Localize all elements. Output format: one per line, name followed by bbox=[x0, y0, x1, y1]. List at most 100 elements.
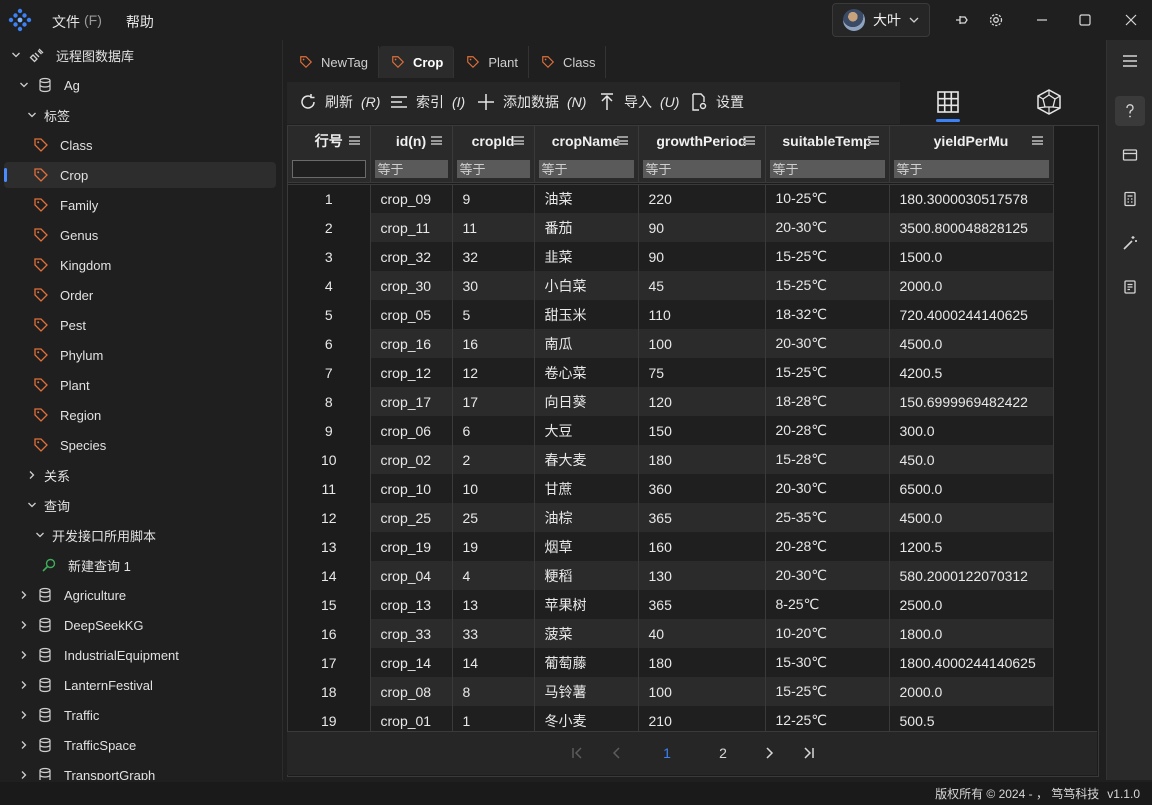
table-cell[interactable]: 13 bbox=[452, 590, 535, 619]
table-row[interactable]: 16 crop_33 33 菠菜 40 10-20℃ 1800.0 bbox=[288, 619, 1054, 648]
table-row[interactable]: 15 crop_13 13 苹果树 365 8-25℃ 2500.0 bbox=[288, 590, 1054, 619]
table-cell[interactable]: 14 bbox=[452, 648, 535, 677]
table-cell[interactable]: crop_16 bbox=[370, 329, 453, 358]
tree-toggle[interactable] bbox=[17, 78, 31, 92]
table-row[interactable]: 5 crop_05 5 甜玉米 110 18-32℃ 720.4000244140625 bbox=[288, 300, 1054, 329]
table-row[interactable]: 7 crop_12 12 卷心菜 75 15-25℃ 4200.5 bbox=[288, 358, 1054, 387]
prev-page-icon[interactable] bbox=[609, 745, 625, 761]
table-cell[interactable]: 烟草 bbox=[534, 532, 639, 561]
table-cell[interactable]: 25 bbox=[452, 503, 535, 532]
card-icon[interactable] bbox=[1115, 140, 1145, 170]
tree-toggle[interactable] bbox=[25, 498, 39, 512]
table-cell[interactable]: 向日葵 bbox=[534, 387, 639, 416]
table-cell[interactable]: 大豆 bbox=[534, 416, 639, 445]
table-cell[interactable]: crop_10 bbox=[370, 474, 453, 503]
table-cell[interactable]: 9 bbox=[452, 184, 535, 213]
table-cell[interactable]: 8 bbox=[452, 677, 535, 706]
table-cell[interactable]: 20-30℃ bbox=[765, 474, 890, 503]
table-cell[interactable]: 450.0 bbox=[889, 445, 1054, 474]
table-cell[interactable]: 120 bbox=[638, 387, 766, 416]
table-cell[interactable]: 19 bbox=[452, 532, 535, 561]
table-cell[interactable]: 180.3000030517578 bbox=[889, 184, 1054, 213]
tree-tag-kingdom[interactable]: Kingdom bbox=[0, 252, 276, 278]
table-row[interactable]: 12 crop_25 25 油棕 365 25-35℃ 4500.0 bbox=[288, 503, 1054, 532]
table-cell[interactable]: crop_12 bbox=[370, 358, 453, 387]
table-cell[interactable]: 365 bbox=[638, 503, 766, 532]
table-cell[interactable]: 3500.800048828125 bbox=[889, 213, 1054, 242]
tree-root[interactable]: 远程图数据库 bbox=[0, 42, 276, 68]
table-cell[interactable]: 130 bbox=[638, 561, 766, 590]
tree-toggle[interactable] bbox=[9, 48, 23, 62]
column-filter-input[interactable] bbox=[374, 159, 448, 178]
table-cell[interactable]: 菠菜 bbox=[534, 619, 639, 648]
chevron-right-icon[interactable] bbox=[19, 620, 29, 630]
table-cell[interactable]: 33 bbox=[452, 619, 535, 648]
calculator-icon[interactable] bbox=[1115, 184, 1145, 214]
table-cell[interactable]: 10-25℃ bbox=[765, 184, 890, 213]
help-icon[interactable] bbox=[1115, 96, 1145, 126]
table-cell[interactable]: 油菜 bbox=[534, 184, 639, 213]
table-cell[interactable]: crop_33 bbox=[370, 619, 453, 648]
clipboard-icon[interactable] bbox=[1115, 272, 1145, 302]
table-cell[interactable]: 180 bbox=[638, 445, 766, 474]
table-cell[interactable]: 580.2000122070312 bbox=[889, 561, 1054, 590]
table-cell[interactable]: crop_14 bbox=[370, 648, 453, 677]
import-button[interactable]: 导入 (U) bbox=[598, 92, 679, 112]
column-header[interactable]: yieldPerMu bbox=[889, 126, 1054, 156]
table-cell[interactable]: 90 bbox=[638, 242, 766, 271]
table-cell[interactable]: 90 bbox=[638, 213, 766, 242]
magic-wand-icon[interactable] bbox=[1115, 228, 1145, 258]
column-menu-icon[interactable] bbox=[867, 136, 879, 145]
table-cell[interactable]: 6500.0 bbox=[889, 474, 1054, 503]
table-cell[interactable]: 20-28℃ bbox=[765, 416, 890, 445]
column-menu-icon[interactable] bbox=[512, 136, 524, 145]
chevron-right-icon[interactable] bbox=[19, 680, 29, 690]
table-cell[interactable]: 4 bbox=[452, 561, 535, 590]
tree-tag-crop[interactable]: Crop bbox=[4, 162, 276, 188]
column-header[interactable]: cropName bbox=[534, 126, 639, 156]
table-row[interactable]: 10 crop_02 2 春大麦 180 15-28℃ 450.0 bbox=[288, 445, 1054, 474]
table-cell[interactable]: 15-25℃ bbox=[765, 271, 890, 300]
table-cell[interactable]: 220 bbox=[638, 184, 766, 213]
graph-polyhedron-icon[interactable] bbox=[1036, 89, 1062, 115]
table-cell[interactable]: 40 bbox=[638, 619, 766, 648]
table-cell[interactable]: crop_02 bbox=[370, 445, 453, 474]
table-row[interactable]: 6 crop_16 16 南瓜 100 20-30℃ 4500.0 bbox=[288, 329, 1054, 358]
table-cell[interactable]: 12 bbox=[452, 358, 535, 387]
tree-toggle[interactable] bbox=[25, 108, 39, 122]
refresh-button[interactable]: 刷新 (R) bbox=[299, 92, 380, 112]
table-cell[interactable]: 粳稻 bbox=[534, 561, 639, 590]
table-cell[interactable]: 75 bbox=[638, 358, 766, 387]
table-cell[interactable]: crop_30 bbox=[370, 271, 453, 300]
table-cell[interactable]: 油棕 bbox=[534, 503, 639, 532]
tree-tag-phylum[interactable]: Phylum bbox=[0, 342, 276, 368]
table-cell[interactable]: 甜玉米 bbox=[534, 300, 639, 329]
chevron-right-icon[interactable] bbox=[27, 470, 37, 480]
table-cell[interactable]: 苹果树 bbox=[534, 590, 639, 619]
column-filter-input[interactable] bbox=[769, 159, 885, 178]
tree-tag-region[interactable]: Region bbox=[0, 402, 276, 428]
table-row[interactable]: 3 crop_32 32 韭菜 90 15-25℃ 1500.0 bbox=[288, 242, 1054, 271]
tree-tag-family[interactable]: Family bbox=[0, 192, 276, 218]
tree-db-lanternfestival[interactable]: LanternFestival bbox=[0, 672, 276, 698]
table-cell[interactable]: 11 bbox=[452, 213, 535, 242]
chevron-right-icon[interactable] bbox=[19, 590, 29, 600]
table-row[interactable]: 2 crop_11 11 番茄 90 20-30℃ 3500.800048828125 bbox=[288, 213, 1054, 242]
table-cell[interactable]: 韭菜 bbox=[534, 242, 639, 271]
settings-button[interactable]: 设置 bbox=[690, 92, 744, 112]
table-cell[interactable]: 32 bbox=[452, 242, 535, 271]
user-menu-button[interactable]: 大叶 bbox=[832, 3, 930, 37]
column-filter-input[interactable] bbox=[642, 159, 761, 178]
tree-db-trafficspace[interactable]: TrafficSpace bbox=[0, 732, 276, 758]
table-cell[interactable]: 2 bbox=[452, 445, 535, 474]
table-cell[interactable]: 南瓜 bbox=[534, 329, 639, 358]
table-cell[interactable]: 20-30℃ bbox=[765, 213, 890, 242]
table-row[interactable]: 17 crop_14 14 葡萄藤 180 15-30℃ 1800.400024414062… bbox=[288, 648, 1054, 677]
column-menu-icon[interactable] bbox=[616, 136, 628, 145]
table-cell[interactable]: 100 bbox=[638, 677, 766, 706]
table-cell[interactable]: 100 bbox=[638, 329, 766, 358]
table-cell[interactable]: 360 bbox=[638, 474, 766, 503]
tree-toggle[interactable] bbox=[17, 618, 31, 632]
table-cell[interactable]: 5 bbox=[452, 300, 535, 329]
table-cell[interactable]: 甘蔗 bbox=[534, 474, 639, 503]
